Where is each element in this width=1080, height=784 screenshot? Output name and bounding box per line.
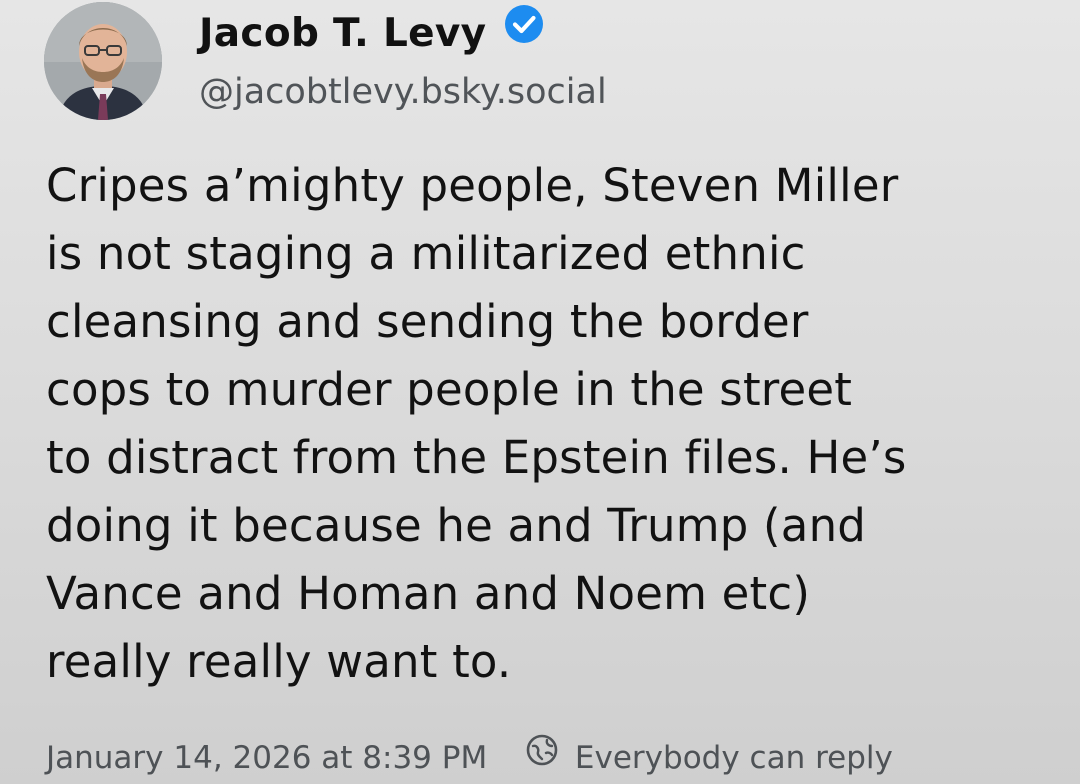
globe-reply-icon [525, 733, 559, 781]
reply-setting: Everybody can reply [574, 740, 893, 776]
verified-check-icon [504, 4, 544, 60]
post-text-line: to distract from the Epstein files. He’s [46, 431, 907, 484]
post-text-line: Vance and Homan and Noem etc) [46, 567, 811, 620]
post-timestamp[interactable]: January 14, 2026 at 8:39 PM [46, 740, 487, 776]
post-meta: January 14, 2026 at 8:39 PM Everybody ca… [46, 734, 893, 784]
author-handle[interactable]: @jacobtlevy.bsky.social [199, 68, 607, 116]
post-text-line: really really want to. [46, 635, 512, 688]
post-text: Cripes a’mighty people, Steven Miller is… [46, 152, 1046, 696]
post-text-line: cops to murder people in the street [46, 363, 853, 416]
post-text-line: cleansing and sending the border [46, 295, 809, 348]
post-text-line: is not staging a militarized ethnic [46, 227, 806, 280]
avatar[interactable] [44, 2, 162, 120]
person-avatar-photo [44, 2, 162, 120]
author-name[interactable]: Jacob T. Levy [199, 11, 486, 56]
post-card: Jacob T. Levy @jacobtlevy.bsky.social Cr… [0, 0, 1080, 784]
author-name-row[interactable]: Jacob T. Levy [199, 4, 544, 64]
post-text-line: Cripes a’mighty people, Steven Miller [46, 159, 899, 212]
post-text-line: doing it because he and Trump (and [46, 499, 867, 552]
